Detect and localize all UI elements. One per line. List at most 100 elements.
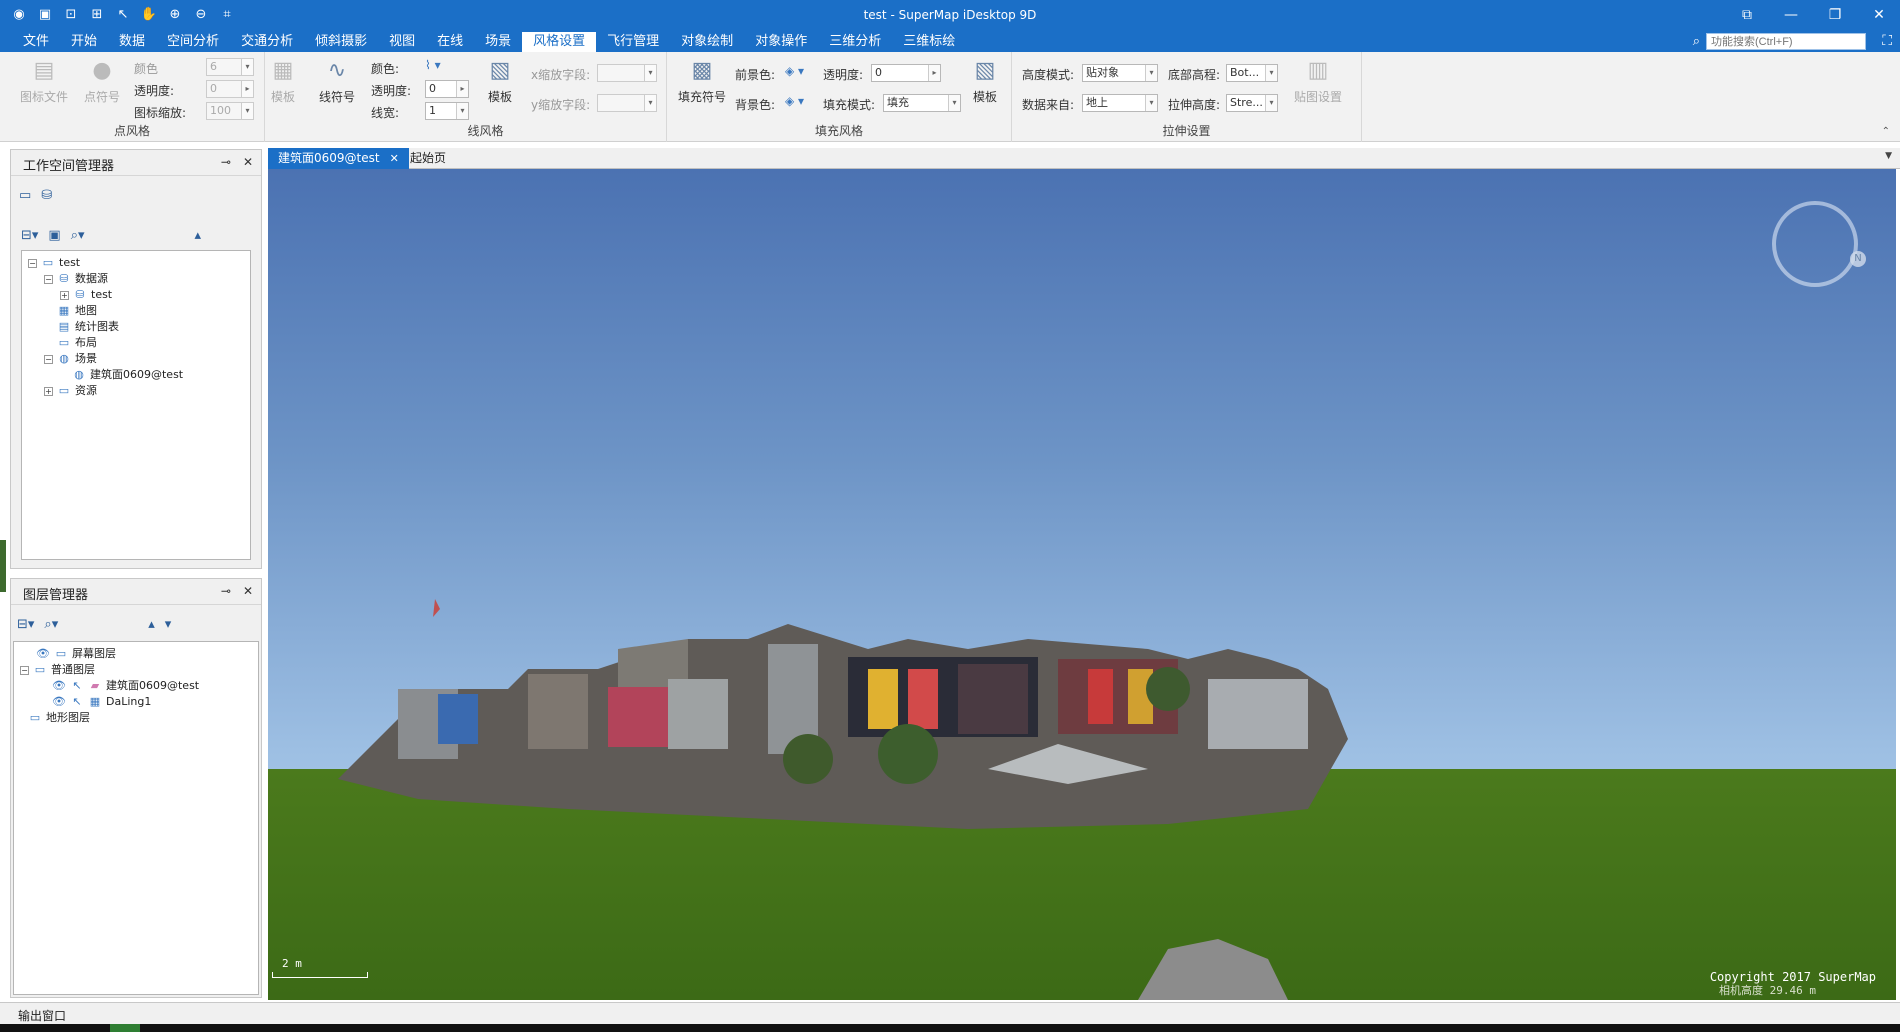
tree-node-ds-test[interactable]: + ⛁ test <box>28 287 183 303</box>
point-transparency-field[interactable]: 0 ▸ <box>206 80 254 98</box>
scene-viewport[interactable]: N 2 m Copyright 2017 SuperMap 相机高度 29.46… <box>268 169 1896 1000</box>
texture-icon: ▥ <box>1307 58 1329 83</box>
fill-symbol-button[interactable]: ▩ 填充符号 <box>671 58 733 105</box>
workspace-save-icon[interactable]: ▣ <box>48 228 60 243</box>
taskbar-app-indicator[interactable] <box>110 1024 140 1032</box>
restore-layout-icon[interactable]: ⧉ <box>1736 5 1758 25</box>
collapse-icon[interactable]: − <box>20 665 29 675</box>
folder-icon: ▭ <box>58 384 70 397</box>
tab-traffic-analysis[interactable]: 交通分析 <box>230 32 304 52</box>
tree-node-datasources[interactable]: − ⛁ 数据源 <box>28 271 183 287</box>
point-color-label[interactable]: 颜色 <box>134 60 158 77</box>
selectable-cursor-icon[interactable]: ↖ <box>70 696 84 708</box>
tab-start-page[interactable]: 起始页 <box>400 148 456 169</box>
tree-node-resources[interactable]: + ▭ 资源 <box>28 383 183 399</box>
move-down-icon[interactable]: ▾ <box>165 617 172 632</box>
icon-scale-field[interactable]: 100 ▾ <box>206 102 254 120</box>
tab-online[interactable]: 在线 <box>426 32 474 52</box>
billboard <box>608 687 668 747</box>
fullscreen-icon[interactable]: ⛶ <box>1882 33 1892 49</box>
tab-3d-plotting[interactable]: 三维标绘 <box>892 32 966 52</box>
line-width-field[interactable]: 1 ▾ <box>425 102 469 120</box>
tab-style-settings[interactable]: 风格设置 <box>522 32 597 52</box>
expand-icon[interactable]: + <box>60 290 69 300</box>
workspace-view-icon[interactable]: ▭ <box>19 188 31 203</box>
tab-flight[interactable]: 飞行管理 <box>596 32 670 52</box>
tree-node-workspace[interactable]: − ▭ test <box>28 255 183 271</box>
layer-add-icon[interactable]: ⊟▾ <box>17 617 34 632</box>
fill-mode-select[interactable]: 填充 ▾ <box>883 94 961 112</box>
tab-object-ops[interactable]: 对象操作 <box>744 32 818 52</box>
line-symbol-button[interactable]: ∿ 线符号 <box>315 58 359 105</box>
visible-eye-icon[interactable]: 👁 <box>36 648 50 660</box>
tab-3d-analysis[interactable]: 三维分析 <box>818 32 892 52</box>
tab-object-draw[interactable]: 对象绘制 <box>670 32 744 52</box>
tree-node-maps[interactable]: ▦ 地图 <box>28 303 183 319</box>
visible-eye-icon[interactable]: 👁 <box>52 680 66 692</box>
tab-file[interactable]: 文件 <box>12 32 60 52</box>
bottom-altitude-select[interactable]: Bot... ▾ <box>1226 64 1278 82</box>
tab-list-dropdown-icon[interactable]: ▼ <box>1885 151 1892 161</box>
maximize-icon[interactable]: ❐ <box>1824 5 1846 25</box>
output-window-tab[interactable]: 输出窗口 <box>18 1007 66 1024</box>
background-color-picker[interactable]: ◈ ▾ <box>785 94 804 108</box>
line-template-button[interactable]: ▧ 模板 <box>483 58 517 105</box>
height-mode-select[interactable]: 贴对象 ▾ <box>1082 64 1158 82</box>
building-block <box>1208 679 1308 749</box>
tree-node-screen-layer[interactable]: 👁 ▭ 屏幕图层 <box>20 646 199 662</box>
close-icon[interactable]: ✕ <box>1868 5 1890 25</box>
texture-settings-button[interactable]: ▥ 贴图设置 <box>1288 58 1348 105</box>
tree-node-layer-building[interactable]: 👁 ↖ ▰ 建筑面0609@test <box>20 678 199 694</box>
close-panel-icon[interactable]: ✕ <box>243 155 253 169</box>
pin-icon[interactable]: ⊸ <box>221 584 231 598</box>
icon-file-button[interactable]: ▤ 图标文件 <box>16 58 72 105</box>
tab-oblique-photo[interactable]: 倾斜摄影 <box>304 32 378 52</box>
function-search-input[interactable] <box>1706 33 1866 50</box>
tree-node-charts[interactable]: ▤ 统计图表 <box>28 319 183 335</box>
foreground-color-picker[interactable]: ◈ ▾ <box>785 64 804 78</box>
point-template-button[interactable]: ▦ 模板 <box>266 58 300 105</box>
extrude-height-select[interactable]: Stre... ▾ <box>1226 94 1278 112</box>
x-scale-select[interactable]: ▾ <box>597 64 657 82</box>
tab-view[interactable]: 视图 <box>378 32 426 52</box>
selectable-cursor-icon[interactable]: ↖ <box>70 680 84 692</box>
line-transparency-field[interactable]: 0 ▸ <box>425 80 469 98</box>
tab-scene[interactable]: 场景 <box>474 32 522 52</box>
collapse-icon[interactable]: − <box>28 258 37 268</box>
tree-node-scenes[interactable]: − ◍ 场景 <box>28 351 183 367</box>
collapse-ribbon-icon[interactable]: ⌃ <box>1882 126 1890 137</box>
pin-icon[interactable]: ⊸ <box>221 155 231 169</box>
layer-search-icon[interactable]: ⌕▾ <box>44 617 58 632</box>
tree-node-scene-item[interactable]: ◍ 建筑面0609@test <box>28 367 183 383</box>
collapse-up-icon[interactable]: ▴ <box>195 228 202 243</box>
tab-start[interactable]: 开始 <box>60 32 108 52</box>
visible-eye-icon[interactable]: 👁 <box>52 696 66 708</box>
line-color-picker[interactable]: ⌇ ▾ <box>425 58 441 72</box>
tree-node-terrain-layers[interactable]: ▭ 地形图层 <box>20 710 199 726</box>
tree-node-normal-layers[interactable]: − ▭ 普通图层 <box>20 662 199 678</box>
tab-data[interactable]: 数据 <box>108 32 156 52</box>
data-from-select[interactable]: 地上 ▾ <box>1082 94 1158 112</box>
fill-transparency-field[interactable]: 0 ▸ <box>871 64 941 82</box>
minimize-icon[interactable]: — <box>1780 5 1802 25</box>
collapse-icon[interactable]: − <box>44 354 53 364</box>
collapse-icon[interactable]: − <box>44 274 53 284</box>
tree-node-layouts[interactable]: ▭ 布局 <box>28 335 183 351</box>
y-scale-select[interactable]: ▾ <box>597 94 657 112</box>
workspace-open-icon[interactable]: ⊟▾ <box>21 228 38 243</box>
workspace-search-icon[interactable]: ⌕▾ <box>71 228 85 243</box>
close-tab-icon[interactable]: ✕ <box>390 152 399 165</box>
fill-template-button[interactable]: ▧ 模板 <box>967 58 1003 105</box>
datasource-view-icon[interactable]: ⛁ <box>41 188 52 203</box>
point-symbol-button[interactable]: ● 点符号 <box>80 58 124 105</box>
move-up-icon[interactable]: ▴ <box>148 617 155 632</box>
line-style-label: 线风格 <box>467 124 504 138</box>
point-size-field[interactable]: 6 ▾ <box>206 58 254 76</box>
panel-header: 工作空间管理器 ⊸ ✕ <box>11 150 261 176</box>
tab-spatial-analysis[interactable]: 空间分析 <box>156 32 230 52</box>
tab-scene-document[interactable]: 建筑面0609@test ✕ <box>268 148 409 169</box>
workspace-toolbar: ⊟▾ ▣ ⌕▾ ▴ <box>21 228 201 243</box>
close-panel-icon[interactable]: ✕ <box>243 584 253 598</box>
tree-node-layer-daling[interactable]: 👁 ↖ ▦ DaLing1 <box>20 694 199 710</box>
expand-icon[interactable]: + <box>44 386 53 396</box>
